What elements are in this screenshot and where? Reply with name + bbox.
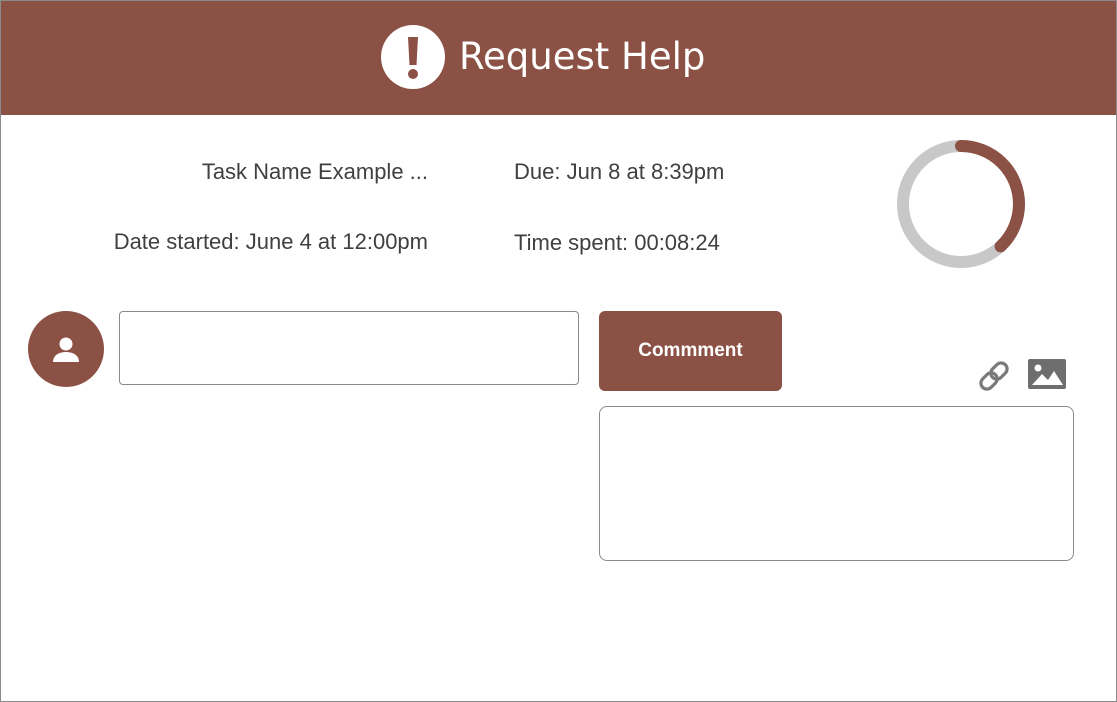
- image-icon[interactable]: [1026, 357, 1068, 391]
- comment-textarea[interactable]: [599, 406, 1074, 561]
- date-started: Date started: June 4 at 12:00pm: [113, 229, 428, 254]
- user-icon: [53, 337, 79, 362]
- page-title: Request Help: [459, 35, 706, 78]
- avatar: [28, 311, 104, 387]
- header-bar: Request Help: [1, 1, 1116, 115]
- task-name: Task Name Example ...: [201, 159, 428, 184]
- request-help-window: Request Help Task Name Example ... Date …: [0, 0, 1117, 702]
- comment-button[interactable]: Commment: [599, 311, 782, 391]
- progress-ring: [897, 140, 1025, 268]
- time-spent: Time spent: 00:08:24: [514, 230, 720, 255]
- link-icon[interactable]: [975, 357, 1013, 395]
- exclamation-icon: [381, 25, 445, 89]
- comment-input[interactable]: [119, 311, 579, 385]
- due-date: Due: Jun 8 at 8:39pm: [514, 159, 725, 184]
